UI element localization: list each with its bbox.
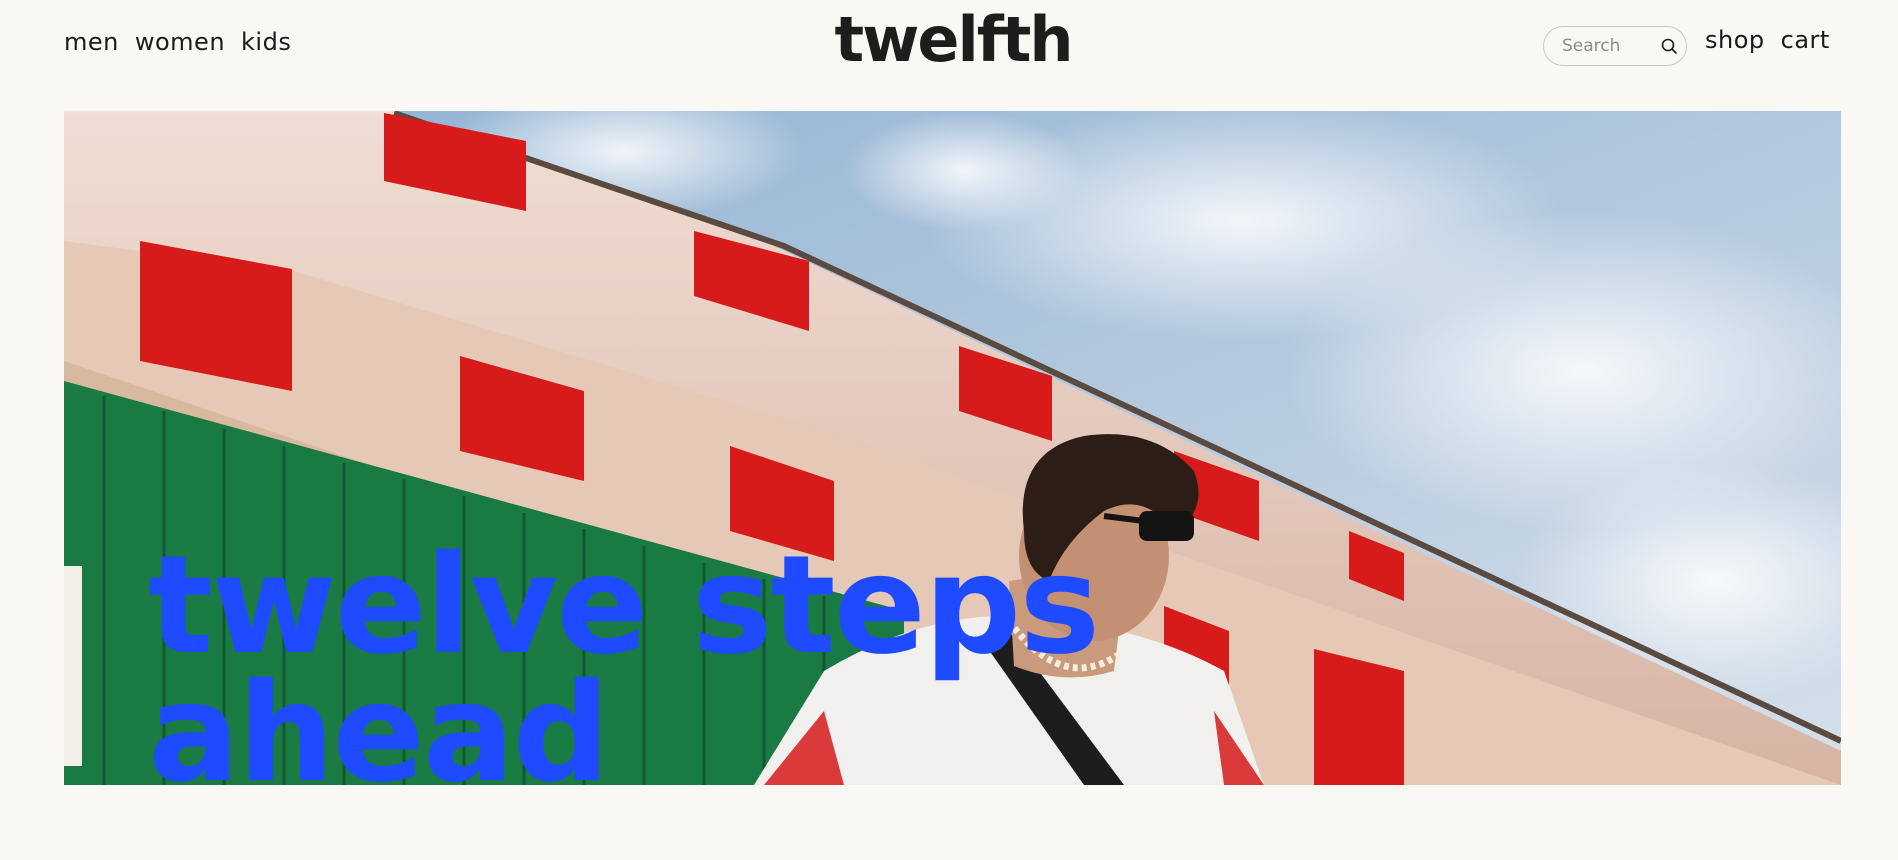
brand-logo[interactable]: twelfth <box>828 4 1078 76</box>
nav-link-men[interactable]: men <box>64 28 119 56</box>
search-icon[interactable] <box>1660 37 1678 55</box>
shop-link[interactable]: shop <box>1705 26 1765 54</box>
hero-banner[interactable]: twelve steps ahead <box>64 111 1841 785</box>
nav-link-women[interactable]: women <box>135 28 225 56</box>
search-field[interactable] <box>1543 26 1687 66</box>
hero-headline-line-2: ahead <box>148 655 610 785</box>
utility-nav: shop cart <box>1705 26 1830 54</box>
cart-link[interactable]: cart <box>1781 26 1830 54</box>
hero-headline-line-1: twelve steps <box>148 527 1100 686</box>
nav-link-kids[interactable]: kids <box>241 28 291 56</box>
search-input[interactable] <box>1562 36 1654 56</box>
hero-headline: twelve steps ahead <box>148 527 1100 785</box>
site-header: men women kids twelfth shop cart <box>0 0 1898 96</box>
primary-nav: men women kids <box>64 28 291 56</box>
